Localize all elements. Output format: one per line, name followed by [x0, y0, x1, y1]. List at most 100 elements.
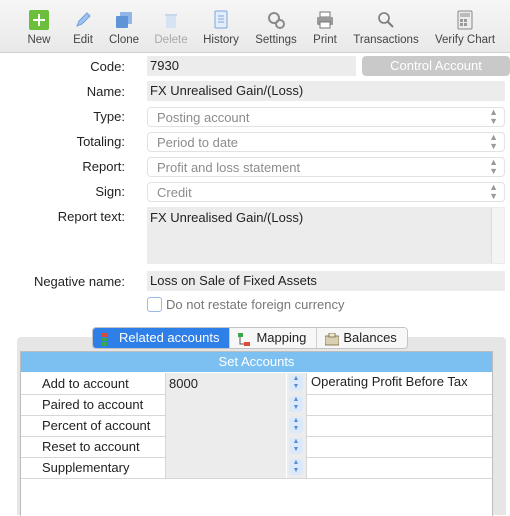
- updown-chevron-icon: ▲ ▼: [289, 438, 303, 454]
- code-label: Code:: [90, 59, 125, 74]
- row-label: Supplementary: [21, 457, 166, 478]
- account-description: [306, 436, 492, 457]
- account-description: [306, 415, 492, 436]
- pencil-icon: [73, 10, 93, 30]
- report-text-area[interactable]: FX Unrealised Gain/(Loss): [147, 207, 505, 264]
- edit-button[interactable]: Edit: [64, 0, 102, 52]
- totaling-label: Totaling:: [76, 134, 125, 149]
- tab-related-accounts[interactable]: Related accounts: [93, 328, 231, 348]
- report-label: Report:: [82, 159, 125, 174]
- new-button[interactable]: New: [20, 0, 58, 52]
- print-button[interactable]: Print: [308, 0, 342, 52]
- sign-value: Credit: [157, 185, 192, 200]
- wallet-icon: [324, 332, 340, 345]
- printer-icon: [315, 10, 335, 30]
- table-row: Reset to account ▲ ▼: [21, 436, 492, 458]
- account-code-field[interactable]: [166, 436, 286, 457]
- totaling-value: Period to date: [157, 135, 238, 150]
- account-code-field[interactable]: 8000: [166, 373, 286, 394]
- account-stepper[interactable]: ▲ ▼: [286, 436, 306, 457]
- related-panel: Set Accounts Add to account 8000 ▲ ▼ Operati…: [17, 337, 506, 516]
- table-row: Paired to account ▲ ▼: [21, 394, 492, 416]
- print-label: Print: [313, 34, 337, 46]
- clone-button[interactable]: Clone: [104, 0, 144, 52]
- account-stepper[interactable]: ▲ ▼: [286, 457, 306, 478]
- restate-checkbox-label: Do not restate foreign currency: [166, 297, 345, 312]
- totaling-select[interactable]: Period to date ▲ ▼: [147, 132, 505, 152]
- scrollbar[interactable]: [491, 208, 504, 263]
- type-label: Type:: [93, 109, 125, 124]
- type-select[interactable]: Posting account ▲ ▼: [147, 107, 505, 127]
- sign-select[interactable]: Credit ▲ ▼: [147, 182, 505, 202]
- plus-icon: [29, 10, 49, 30]
- code-field[interactable]: 7930: [147, 56, 356, 76]
- account-code-field[interactable]: [166, 415, 286, 436]
- negative-name-label: Negative name:: [33, 274, 125, 289]
- tab-bar: Related accounts Mapping Balances: [92, 327, 408, 349]
- name-label: Name:: [86, 84, 125, 99]
- gear-icon: [266, 10, 286, 30]
- clone-icon: [114, 10, 134, 30]
- delete-button[interactable]: Delete: [150, 0, 192, 52]
- tab-mapping-label: Mapping: [256, 330, 307, 345]
- mapping-icon: [238, 332, 251, 346]
- table-row: Add to account 8000 ▲ ▼ Operating Profit Bef…: [21, 373, 492, 395]
- control-account-button[interactable]: Control Account: [362, 56, 510, 76]
- updown-chevron-icon: ▲ ▼: [289, 417, 303, 433]
- account-code-field[interactable]: [166, 457, 286, 478]
- toolbar: New Edit Clone Delete History Settings P…: [0, 0, 510, 53]
- tab-mapping[interactable]: Mapping: [230, 328, 318, 348]
- transactions-label: Transactions: [353, 34, 419, 46]
- tab-related-accounts-label: Related accounts: [119, 330, 220, 345]
- sign-label: Sign:: [95, 184, 125, 199]
- report-select[interactable]: Profit and loss statement ▲ ▼: [147, 157, 505, 177]
- negative-name-field[interactable]: Loss on Sale of Fixed Assets: [147, 271, 505, 291]
- account-stepper[interactable]: ▲ ▼: [286, 394, 306, 415]
- report-value: Profit and loss statement: [157, 160, 301, 175]
- account-description: Operating Profit Before Tax: [306, 373, 492, 394]
- account-description: [306, 457, 492, 478]
- updown-chevron-icon: ▲ ▼: [289, 459, 303, 475]
- set-accounts-table: Set Accounts Add to account 8000 ▲ ▼ Operati…: [20, 351, 493, 516]
- tree-icon: [101, 332, 113, 346]
- updown-chevron-icon: ▲ ▼: [489, 132, 498, 151]
- account-stepper[interactable]: ▲ ▼: [286, 415, 306, 436]
- row-label: Paired to account: [21, 394, 166, 415]
- report-text-label: Report text:: [57, 209, 125, 224]
- table-row: Percent of account ▲ ▼: [21, 415, 492, 437]
- history-label: History: [203, 34, 239, 46]
- new-label: New: [27, 34, 51, 46]
- name-field[interactable]: FX Unrealised Gain/(Loss): [147, 81, 505, 101]
- clone-label: Clone: [108, 34, 140, 46]
- calculator-icon: [455, 10, 475, 30]
- row-label: Percent of account: [21, 415, 166, 436]
- verify-chart-button[interactable]: Verify Chart: [430, 0, 500, 52]
- magnifier-icon: [376, 10, 396, 30]
- row-label: Add to account: [21, 373, 166, 394]
- updown-chevron-icon: ▲ ▼: [289, 396, 303, 412]
- set-accounts-header: Set Accounts: [21, 352, 492, 372]
- transactions-button[interactable]: Transactions: [350, 0, 422, 52]
- tab-balances-label: Balances: [343, 330, 397, 345]
- updown-chevron-icon: ▲ ▼: [289, 375, 303, 391]
- delete-label: Delete: [154, 34, 188, 46]
- tab-balances[interactable]: Balances: [317, 328, 407, 348]
- updown-chevron-icon: ▲ ▼: [489, 107, 498, 126]
- updown-chevron-icon: ▲ ▼: [489, 157, 498, 176]
- edit-label: Edit: [73, 34, 93, 46]
- row-label: Reset to account: [21, 436, 166, 457]
- settings-button[interactable]: Settings: [250, 0, 302, 52]
- verify-chart-label: Verify Chart: [434, 34, 496, 46]
- trash-icon: [161, 10, 181, 30]
- updown-chevron-icon: ▲ ▼: [489, 182, 498, 201]
- report-text-value: FX Unrealised Gain/(Loss): [150, 210, 304, 225]
- account-description: [306, 394, 492, 415]
- account-stepper[interactable]: ▲ ▼: [286, 373, 306, 394]
- restate-checkbox[interactable]: [147, 297, 162, 312]
- history-button[interactable]: History: [198, 0, 244, 52]
- document-icon: [211, 10, 231, 30]
- table-row: Supplementary ▲ ▼: [21, 457, 492, 479]
- type-value: Posting account: [157, 110, 250, 125]
- account-code-field[interactable]: [166, 394, 286, 415]
- settings-label: Settings: [255, 34, 297, 46]
